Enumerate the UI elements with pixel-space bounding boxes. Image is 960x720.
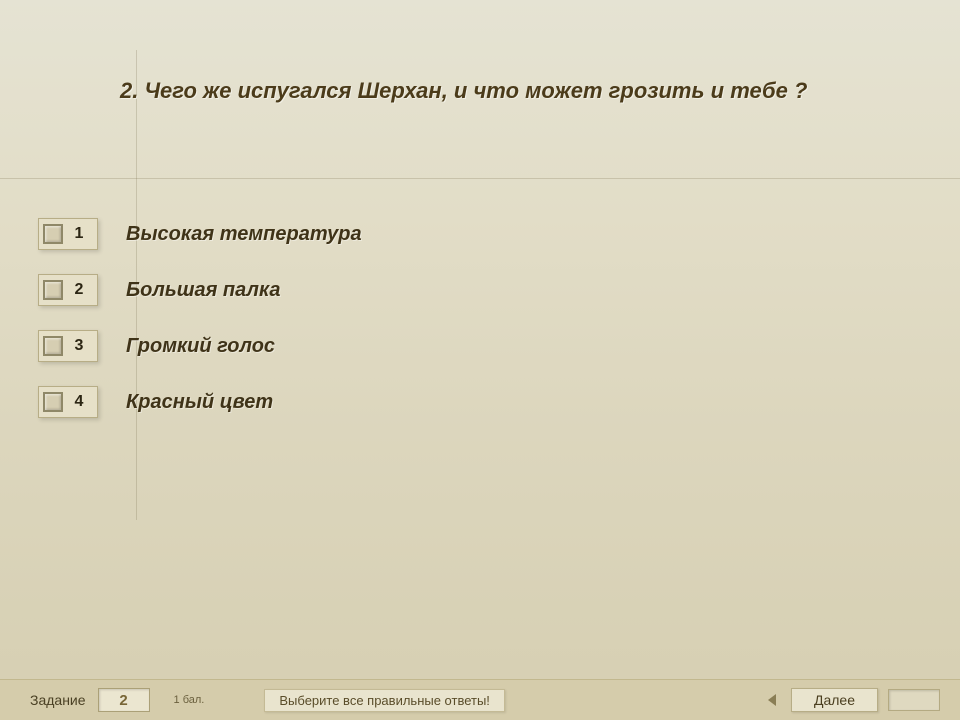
checkbox-icon (43, 224, 63, 244)
points-label: 1 бал. (174, 694, 205, 706)
answer-text: Красный цвет (126, 391, 273, 414)
decor-h-line (0, 178, 960, 179)
answer-text: Высокая температура (126, 223, 362, 246)
hint-text: Выберите все правильные ответы! (264, 689, 505, 712)
answer-row: 4 Красный цвет (38, 378, 362, 426)
answer-number: 4 (63, 393, 97, 411)
answer-checkbox-1[interactable]: 1 (38, 218, 98, 250)
answer-number: 2 (63, 281, 97, 299)
answer-row: 2 Большая палка (38, 266, 362, 314)
next-button[interactable]: Далее (791, 688, 878, 712)
answer-number: 3 (63, 337, 97, 355)
answer-row: 1 Высокая температура (38, 210, 362, 258)
answer-checkbox-2[interactable]: 2 (38, 274, 98, 306)
answer-checkbox-4[interactable]: 4 (38, 386, 98, 418)
answer-number: 1 (63, 225, 97, 243)
answer-checkbox-3[interactable]: 3 (38, 330, 98, 362)
answer-text: Громкий голос (126, 335, 275, 358)
answers-block: 1 Высокая температура 2 Большая палка 3 … (38, 210, 362, 434)
question-text: 2. Чего же испугался Шерхан, и что может… (120, 78, 940, 104)
slide-stage: 2. Чего же испугался Шерхан, и что может… (0, 0, 960, 720)
task-label: Задание (30, 692, 86, 708)
checkbox-icon (43, 280, 63, 300)
task-number-box: 2 (98, 688, 150, 712)
bottom-bar: Задание 2 1 бал. Выберите все правильные… (0, 679, 960, 720)
checkbox-icon (43, 392, 63, 412)
prev-arrow-icon[interactable] (763, 690, 783, 710)
checkbox-icon (43, 336, 63, 356)
answer-text: Большая палка (126, 279, 280, 302)
progress-box (888, 689, 940, 711)
answer-row: 3 Громкий голос (38, 322, 362, 370)
